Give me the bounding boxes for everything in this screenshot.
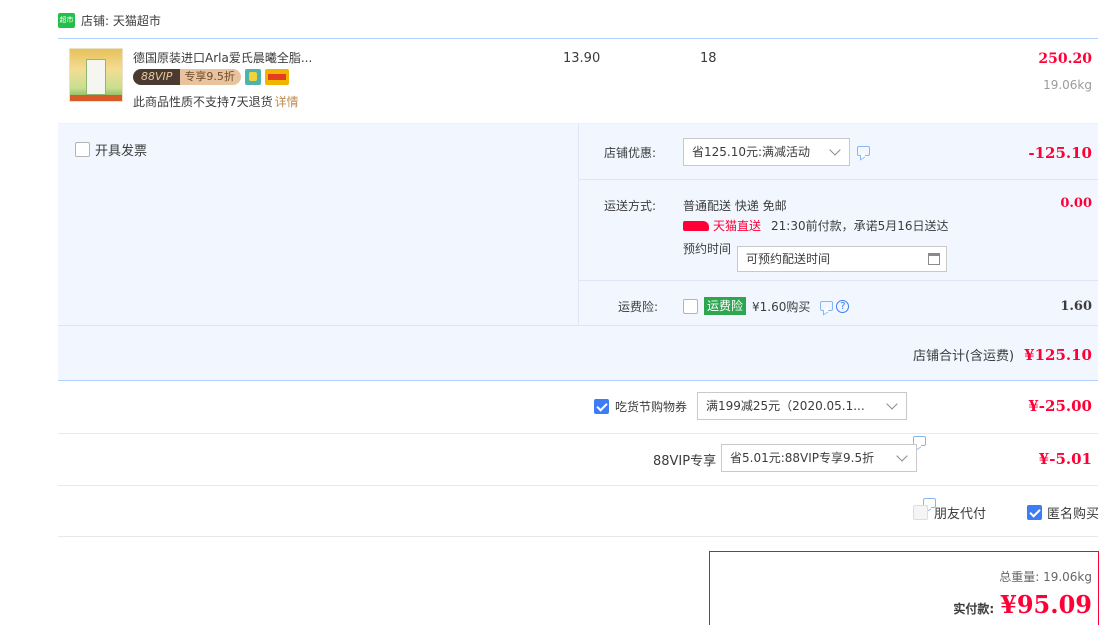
unit-price: 13.90 (563, 51, 601, 66)
shipping-method: 普通配送 快递 免邮 (683, 199, 787, 213)
divider (58, 536, 1098, 537)
item-weight: 19.06kg (1043, 78, 1092, 92)
vip-badge: 88VIP 专享9.5折 (133, 68, 289, 86)
calendar-icon (928, 253, 940, 265)
divider (579, 179, 1098, 180)
coupon-label: 吃货节购物券 (615, 400, 688, 414)
divider (58, 325, 1098, 326)
insurance-amount: 1.60 (1060, 299, 1092, 314)
anonymous-option[interactable]: 匿名购买 (1027, 503, 1099, 522)
appointment-label: 预约时间 (683, 242, 732, 256)
invoice-option[interactable]: 开具发票 (75, 140, 147, 159)
insurance-option[interactable]: 运费险 ¥1.60购买 ? (683, 297, 850, 315)
friend-pay-option[interactable]: 朋友代付 (913, 503, 986, 522)
divider (578, 124, 579, 326)
coupon-select[interactable]: 满199减25元（2020.05.1... (697, 392, 907, 420)
message-icon[interactable] (857, 146, 870, 156)
divider (58, 433, 1098, 434)
anonymous-checkbox[interactable] (1027, 505, 1042, 520)
tmall-icon (683, 220, 709, 231)
appointment-time-picker[interactable]: 可预约配送时间 (737, 246, 947, 272)
vip-amount: ¥-5.01 (1038, 450, 1092, 468)
total-weight: 总重量: 19.06kg (999, 570, 1092, 584)
chevron-down-icon (829, 144, 841, 156)
friend-pay-checkbox[interactable] (913, 505, 928, 520)
insurance-label: 运费险: (618, 300, 659, 314)
details-link[interactable]: 详情 (275, 95, 299, 109)
vip-discount-tag: 专享9.5折 (180, 69, 241, 85)
shop-total-amount: ¥125.10 (1024, 346, 1092, 364)
quantity: 18 (700, 51, 717, 66)
service-badge-icon (244, 69, 261, 85)
friend-pay-label: 朋友代付 (934, 507, 987, 522)
product-thumbnail[interactable] (69, 48, 123, 102)
tmall-supermarket-icon: 超市 (58, 13, 75, 28)
shop-header: 超市 店铺: 天猫超市 (58, 10, 161, 30)
actual-payment: 实付款: ¥95.09 (953, 590, 1092, 619)
shipping-amount: 0.00 (1060, 196, 1092, 211)
chevron-down-icon (896, 450, 908, 462)
delivery-promise: 天猫直送 21:30前付款，承诺5月16日送达 (683, 217, 949, 234)
product-title[interactable]: 德国原装进口Arla爱氏晨曦全脂... (133, 49, 312, 66)
chevron-down-icon (886, 398, 898, 410)
shop-discount-amount: -125.10 (1028, 144, 1092, 162)
shop-name[interactable]: 店铺: 天猫超市 (81, 12, 161, 29)
vip-88-tag: 88VIP (133, 69, 181, 85)
anonymous-label: 匿名购买 (1047, 507, 1100, 522)
help-icon[interactable]: ? (836, 299, 850, 313)
vip-select[interactable]: 省5.01元:88VIP专享9.5折 (721, 444, 917, 472)
insurance-checkbox[interactable] (683, 298, 698, 314)
shipping-label: 运送方式: (604, 199, 657, 213)
shop-total: 店铺合计(含运费) ¥125.10 (913, 345, 1092, 364)
card-badge-icon (264, 69, 289, 85)
tmall-direct-badge: 天猫直送 (683, 217, 761, 234)
shop-discount-label: 店铺优惠: (604, 146, 657, 160)
vip-label: 88VIP专享 (653, 454, 717, 469)
divider (579, 280, 1098, 281)
divider (58, 485, 1098, 486)
actual-payment-label: 实付款: (953, 602, 995, 616)
shop-total-label: 店铺合计(含运费) (912, 349, 1015, 364)
invoice-checkbox[interactable] (75, 142, 90, 157)
insurance-price: ¥1.60购买 (752, 299, 811, 314)
actual-payment-amount: ¥95.09 (1000, 590, 1092, 619)
coupon-amount: ¥-25.00 (1028, 397, 1092, 415)
message-icon[interactable] (820, 301, 834, 311)
invoice-label: 开具发票 (95, 144, 148, 159)
insurance-tag: 运费险 (704, 297, 747, 315)
item-subtotal: 250.20 (1038, 51, 1092, 67)
coupon-checkbox[interactable] (594, 399, 609, 414)
delivery-promise-text: 21:30前付款，承诺5月16日送达 (771, 219, 949, 233)
shop-discount-select[interactable]: 省125.10元:满减活动 (683, 138, 850, 166)
coupon-option[interactable]: 吃货节购物券 (594, 398, 687, 415)
return-notice: 此商品性质不支持7天退货 详情 (133, 95, 299, 109)
